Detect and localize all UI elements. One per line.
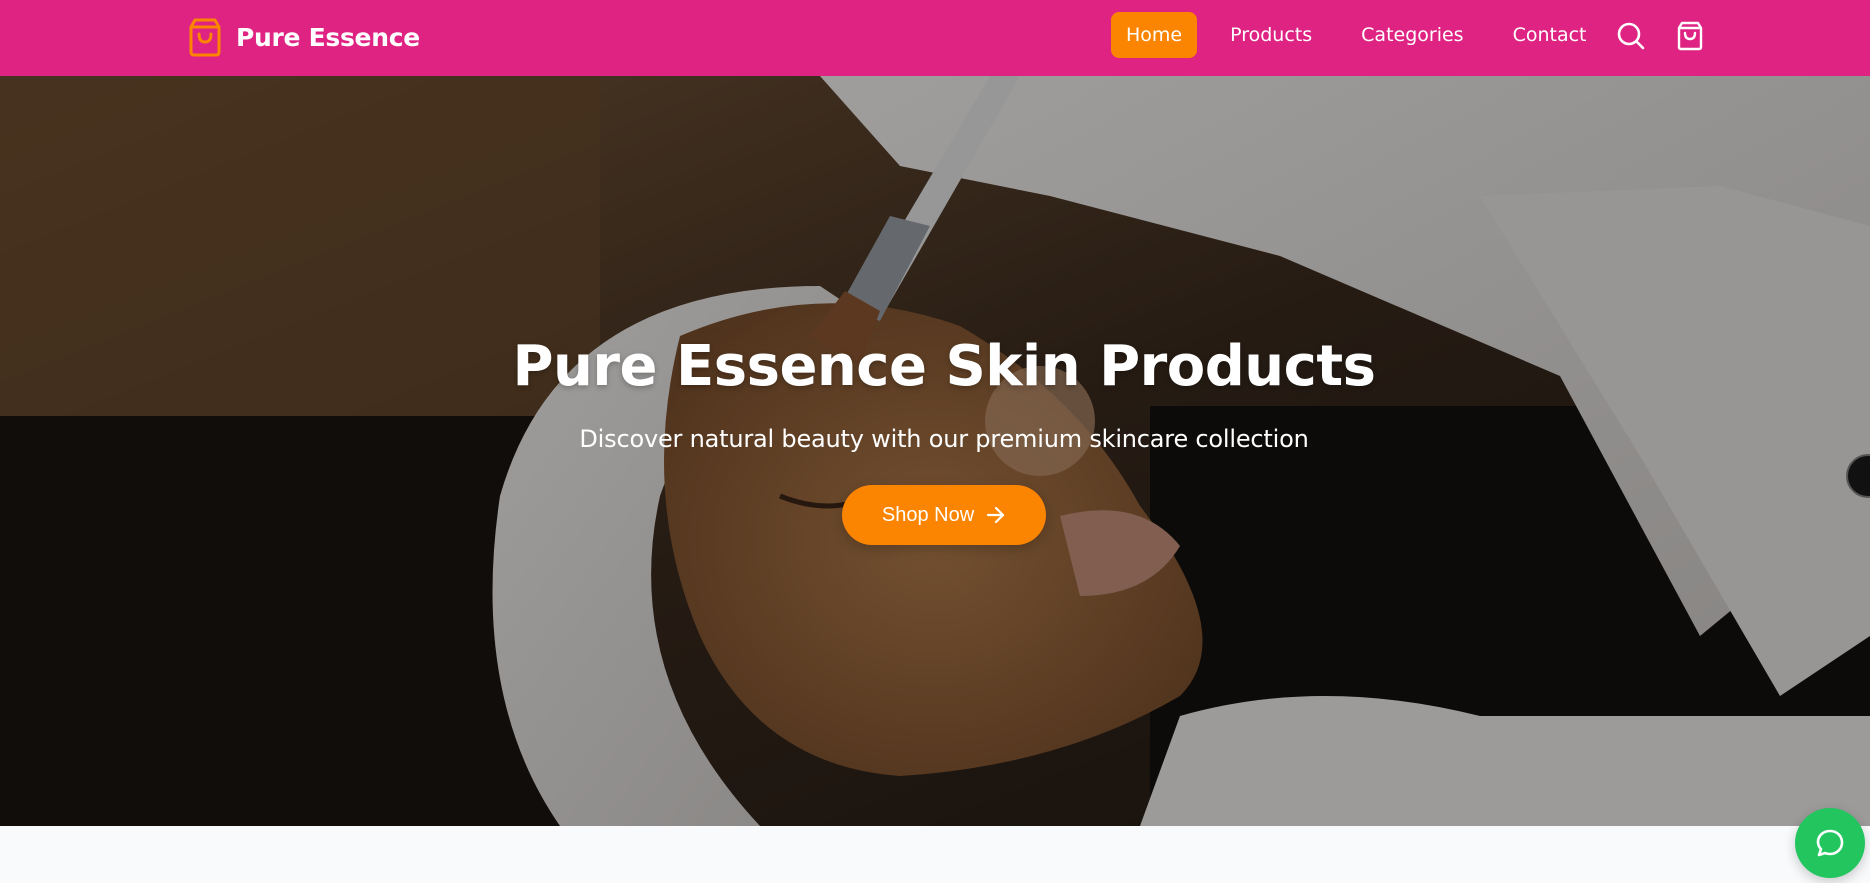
chat-bubble-icon	[1816, 829, 1844, 857]
nav-link-categories[interactable]: Categories	[1346, 12, 1478, 58]
hero-section: Pure Essence Skin Products Discover natu…	[0, 76, 1870, 826]
brand-name: Pure Essence	[236, 22, 420, 52]
content-section	[0, 826, 1870, 883]
shopping-bag-icon	[189, 18, 221, 57]
hero-title: Pure Essence Skin Products	[512, 334, 1376, 399]
brand-logo[interactable]: Pure Essence	[186, 15, 420, 59]
shop-now-label: Shop Now	[881, 503, 975, 526]
nav-link-products[interactable]: Products	[1215, 12, 1327, 58]
search-icon	[1617, 22, 1645, 50]
nav-link-home[interactable]: Home	[1111, 12, 1198, 58]
main-nav: Home Products Categories Contact	[1111, 12, 1602, 58]
nav-link-contact[interactable]: Contact	[1498, 12, 1602, 58]
arrow-right-icon	[987, 506, 1005, 524]
hero-subtitle: Discover natural beauty with our premium…	[579, 425, 1309, 453]
hero-content: Pure Essence Skin Products Discover natu…	[0, 334, 1870, 545]
shop-now-button[interactable]: Shop Now	[841, 485, 1047, 545]
cart-button[interactable]	[1673, 19, 1707, 53]
search-button[interactable]	[1614, 19, 1648, 53]
site-header: Pure Essence Home Products Categories Co…	[0, 0, 1870, 76]
cart-icon	[1677, 21, 1703, 51]
chat-button[interactable]	[1795, 808, 1865, 878]
